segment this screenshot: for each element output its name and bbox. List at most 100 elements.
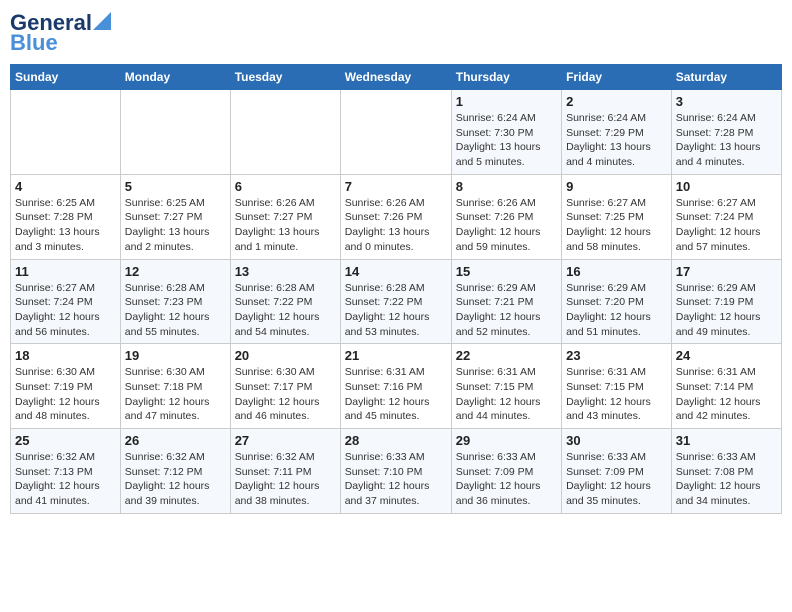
day-number: 14 bbox=[345, 264, 447, 279]
calendar-day-19: 19 Sunrise: 6:30 AM Sunset: 7:18 PM Dayli… bbox=[120, 344, 230, 429]
day-number: 13 bbox=[235, 264, 336, 279]
day-info: Sunrise: 6:30 AM Sunset: 7:19 PM Dayligh… bbox=[15, 365, 116, 424]
calendar-day-5: 5 Sunrise: 6:25 AM Sunset: 7:27 PM Daylig… bbox=[120, 174, 230, 259]
day-info: Sunrise: 6:33 AM Sunset: 7:09 PM Dayligh… bbox=[456, 450, 557, 509]
calendar-day-10: 10Sunrise: 6:27 AM Sunset: 7:24 PM Dayli… bbox=[671, 174, 781, 259]
calendar-header-row: SundayMondayTuesdayWednesdayThursdayFrid… bbox=[11, 65, 782, 90]
calendar-day-29: 29 Sunrise: 6:33 AM Sunset: 7:09 PM Dayli… bbox=[451, 429, 561, 514]
day-info: Sunrise: 6:32 AM Sunset: 7:13 PM Dayligh… bbox=[15, 450, 116, 509]
day-info: Sunrise: 6:25 AM Sunset: 7:28 PM Dayligh… bbox=[15, 196, 116, 255]
calendar-week-1: 1 Sunrise: 6:24 AM Sunset: 7:30 PM Daylig… bbox=[11, 90, 782, 175]
day-info: Sunrise: 6:31 AM Sunset: 7:15 PM Dayligh… bbox=[456, 365, 557, 424]
day-number: 11 bbox=[15, 264, 116, 279]
calendar-day-21: 21 Sunrise: 6:31 AM Sunset: 7:16 PM Dayli… bbox=[340, 344, 451, 429]
day-number: 19 bbox=[125, 348, 226, 363]
calendar-table: SundayMondayTuesdayWednesdayThursdayFrid… bbox=[10, 64, 782, 514]
calendar-day-23: 23 Sunrise: 6:31 AM Sunset: 7:15 PM Dayli… bbox=[562, 344, 672, 429]
day-info: Sunrise: 6:27 AM Sunset: 7:24 PM Dayligh… bbox=[15, 281, 116, 340]
day-number: 4 bbox=[15, 179, 116, 194]
day-info: Sunrise: 6:31 AM Sunset: 7:14 PM Dayligh… bbox=[676, 365, 777, 424]
col-header-tuesday: Tuesday bbox=[230, 65, 340, 90]
day-number: 30 bbox=[566, 433, 667, 448]
day-number: 7 bbox=[345, 179, 447, 194]
day-number: 10 bbox=[676, 179, 777, 194]
day-number: 20 bbox=[235, 348, 336, 363]
day-number: 27 bbox=[235, 433, 336, 448]
calendar-day-16: 16Sunrise: 6:29 AM Sunset: 7:20 PM Dayli… bbox=[562, 259, 672, 344]
calendar-day-7: 7Sunrise: 6:26 AM Sunset: 7:26 PM Daylig… bbox=[340, 174, 451, 259]
col-header-monday: Monday bbox=[120, 65, 230, 90]
day-info: Sunrise: 6:24 AM Sunset: 7:29 PM Dayligh… bbox=[566, 111, 667, 170]
calendar-day-17: 17Sunrise: 6:29 AM Sunset: 7:19 PM Dayli… bbox=[671, 259, 781, 344]
day-info: Sunrise: 6:28 AM Sunset: 7:22 PM Dayligh… bbox=[345, 281, 447, 340]
day-number: 18 bbox=[15, 348, 116, 363]
col-header-thursday: Thursday bbox=[451, 65, 561, 90]
day-number: 6 bbox=[235, 179, 336, 194]
calendar-day-30: 30 Sunrise: 6:33 AM Sunset: 7:09 PM Dayli… bbox=[562, 429, 672, 514]
day-info: Sunrise: 6:24 AM Sunset: 7:28 PM Dayligh… bbox=[676, 111, 777, 170]
calendar-day-9: 9Sunrise: 6:27 AM Sunset: 7:25 PM Daylig… bbox=[562, 174, 672, 259]
logo-triangle-icon bbox=[93, 12, 111, 30]
calendar-day-12: 12 Sunrise: 6:28 AM Sunset: 7:23 PM Dayli… bbox=[120, 259, 230, 344]
day-number: 26 bbox=[125, 433, 226, 448]
day-info: Sunrise: 6:25 AM Sunset: 7:27 PM Dayligh… bbox=[125, 196, 226, 255]
day-number: 21 bbox=[345, 348, 447, 363]
logo-blue-text: Blue bbox=[10, 30, 58, 56]
calendar-day-27: 27Sunrise: 6:32 AM Sunset: 7:11 PM Dayli… bbox=[230, 429, 340, 514]
empty-cell bbox=[120, 90, 230, 175]
col-header-saturday: Saturday bbox=[671, 65, 781, 90]
day-info: Sunrise: 6:26 AM Sunset: 7:26 PM Dayligh… bbox=[456, 196, 557, 255]
calendar-day-28: 28 Sunrise: 6:33 AM Sunset: 7:10 PM Dayli… bbox=[340, 429, 451, 514]
day-number: 29 bbox=[456, 433, 557, 448]
day-info: Sunrise: 6:24 AM Sunset: 7:30 PM Dayligh… bbox=[456, 111, 557, 170]
day-number: 12 bbox=[125, 264, 226, 279]
day-info: Sunrise: 6:33 AM Sunset: 7:09 PM Dayligh… bbox=[566, 450, 667, 509]
day-info: Sunrise: 6:30 AM Sunset: 7:17 PM Dayligh… bbox=[235, 365, 336, 424]
day-info: Sunrise: 6:28 AM Sunset: 7:23 PM Dayligh… bbox=[125, 281, 226, 340]
empty-cell bbox=[340, 90, 451, 175]
day-info: Sunrise: 6:28 AM Sunset: 7:22 PM Dayligh… bbox=[235, 281, 336, 340]
day-info: Sunrise: 6:31 AM Sunset: 7:15 PM Dayligh… bbox=[566, 365, 667, 424]
day-number: 3 bbox=[676, 94, 777, 109]
calendar-day-25: 25 Sunrise: 6:32 AM Sunset: 7:13 PM Dayli… bbox=[11, 429, 121, 514]
day-number: 9 bbox=[566, 179, 667, 194]
calendar-week-2: 4 Sunrise: 6:25 AM Sunset: 7:28 PM Daylig… bbox=[11, 174, 782, 259]
calendar-day-3: 3 Sunrise: 6:24 AM Sunset: 7:28 PM Daylig… bbox=[671, 90, 781, 175]
calendar-day-20: 20 Sunrise: 6:30 AM Sunset: 7:17 PM Dayli… bbox=[230, 344, 340, 429]
calendar-day-13: 13 Sunrise: 6:28 AM Sunset: 7:22 PM Dayli… bbox=[230, 259, 340, 344]
day-number: 2 bbox=[566, 94, 667, 109]
day-number: 17 bbox=[676, 264, 777, 279]
calendar-day-26: 26 Sunrise: 6:32 AM Sunset: 7:12 PM Dayli… bbox=[120, 429, 230, 514]
day-info: Sunrise: 6:30 AM Sunset: 7:18 PM Dayligh… bbox=[125, 365, 226, 424]
calendar-week-4: 18 Sunrise: 6:30 AM Sunset: 7:19 PM Dayli… bbox=[11, 344, 782, 429]
calendar-day-24: 24 Sunrise: 6:31 AM Sunset: 7:14 PM Dayli… bbox=[671, 344, 781, 429]
day-info: Sunrise: 6:32 AM Sunset: 7:12 PM Dayligh… bbox=[125, 450, 226, 509]
calendar-day-14: 14 Sunrise: 6:28 AM Sunset: 7:22 PM Dayli… bbox=[340, 259, 451, 344]
day-info: Sunrise: 6:31 AM Sunset: 7:16 PM Dayligh… bbox=[345, 365, 447, 424]
col-header-wednesday: Wednesday bbox=[340, 65, 451, 90]
day-number: 28 bbox=[345, 433, 447, 448]
col-header-sunday: Sunday bbox=[11, 65, 121, 90]
day-number: 5 bbox=[125, 179, 226, 194]
calendar-day-2: 2 Sunrise: 6:24 AM Sunset: 7:29 PM Daylig… bbox=[562, 90, 672, 175]
day-info: Sunrise: 6:33 AM Sunset: 7:10 PM Dayligh… bbox=[345, 450, 447, 509]
calendar-day-11: 11 Sunrise: 6:27 AM Sunset: 7:24 PM Dayli… bbox=[11, 259, 121, 344]
day-number: 16 bbox=[566, 264, 667, 279]
day-number: 31 bbox=[676, 433, 777, 448]
calendar-day-15: 15Sunrise: 6:29 AM Sunset: 7:21 PM Dayli… bbox=[451, 259, 561, 344]
day-info: Sunrise: 6:29 AM Sunset: 7:21 PM Dayligh… bbox=[456, 281, 557, 340]
calendar-day-18: 18 Sunrise: 6:30 AM Sunset: 7:19 PM Dayli… bbox=[11, 344, 121, 429]
day-number: 24 bbox=[676, 348, 777, 363]
calendar-day-1: 1 Sunrise: 6:24 AM Sunset: 7:30 PM Daylig… bbox=[451, 90, 561, 175]
day-info: Sunrise: 6:26 AM Sunset: 7:27 PM Dayligh… bbox=[235, 196, 336, 255]
logo: General Blue bbox=[10, 10, 111, 56]
day-number: 22 bbox=[456, 348, 557, 363]
day-number: 25 bbox=[15, 433, 116, 448]
day-number: 23 bbox=[566, 348, 667, 363]
calendar-week-3: 11 Sunrise: 6:27 AM Sunset: 7:24 PM Dayli… bbox=[11, 259, 782, 344]
day-info: Sunrise: 6:33 AM Sunset: 7:08 PM Dayligh… bbox=[676, 450, 777, 509]
day-number: 1 bbox=[456, 94, 557, 109]
calendar-day-22: 22 Sunrise: 6:31 AM Sunset: 7:15 PM Dayli… bbox=[451, 344, 561, 429]
calendar-day-6: 6 Sunrise: 6:26 AM Sunset: 7:27 PM Daylig… bbox=[230, 174, 340, 259]
calendar-day-31: 31 Sunrise: 6:33 AM Sunset: 7:08 PM Dayli… bbox=[671, 429, 781, 514]
